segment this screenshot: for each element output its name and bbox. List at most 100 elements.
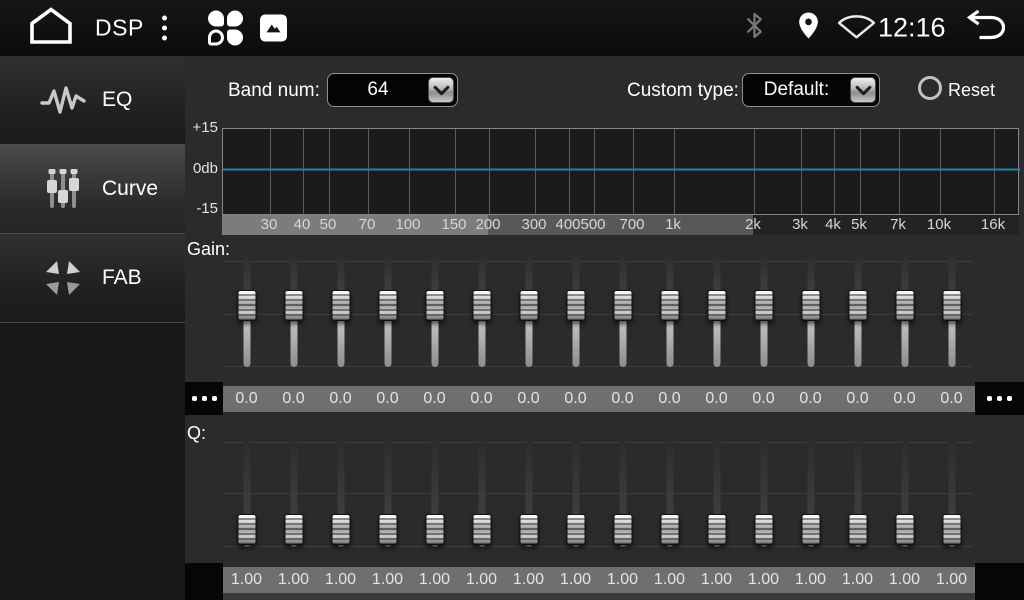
q-slider-1[interactable] — [223, 437, 270, 547]
q-slider-handle[interactable] — [613, 514, 632, 545]
band-num-dropdown[interactable]: 64 — [327, 73, 458, 107]
q-slider-15[interactable] — [881, 437, 928, 547]
gain-value: 0.0 — [834, 386, 881, 412]
slider-track-upper — [384, 437, 391, 517]
gain-slider-12[interactable] — [740, 253, 787, 367]
gain-slider-1[interactable] — [223, 253, 270, 367]
gain-slider-handle[interactable] — [942, 290, 961, 321]
gain-slider-handle[interactable] — [566, 290, 585, 321]
eq-graph[interactable] — [222, 128, 1019, 215]
custom-type-chevron-button[interactable] — [850, 77, 876, 103]
gain-slider-4[interactable] — [364, 253, 411, 367]
app-drawer-icon[interactable] — [208, 11, 243, 46]
gain-slider-handle[interactable] — [472, 290, 491, 321]
q-slider-handle[interactable] — [331, 514, 350, 545]
gain-slider-handle[interactable] — [378, 290, 397, 321]
q-slider-7[interactable] — [505, 437, 552, 547]
sidebar-item-eq[interactable]: EQ — [0, 56, 185, 145]
q-slider-16[interactable] — [928, 437, 975, 547]
gain-slider-handle[interactable] — [425, 290, 444, 321]
reset-radio-button[interactable] — [918, 76, 942, 100]
q-slider-handle[interactable] — [660, 514, 679, 545]
q-slider-14[interactable] — [834, 437, 881, 547]
band-num-chevron-button[interactable] — [428, 77, 454, 103]
q-slider-8[interactable] — [552, 437, 599, 547]
q-slider-handle[interactable] — [472, 514, 491, 545]
status-bar: DSP 12:16 — [0, 0, 1024, 56]
gain-slider-15[interactable] — [881, 253, 928, 367]
q-slider-handle[interactable] — [848, 514, 867, 545]
q-slider-10[interactable] — [646, 437, 693, 547]
slider-track-lower — [431, 319, 438, 367]
wifi-icon — [836, 12, 877, 45]
q-slider-handle[interactable] — [237, 514, 256, 545]
gain-slider-handle[interactable] — [707, 290, 726, 321]
gain-slider-8[interactable] — [552, 253, 599, 367]
gain-slider-7[interactable] — [505, 253, 552, 367]
freq-tick-label: 400 — [555, 215, 580, 235]
y-axis-label-zero: 0db — [182, 160, 218, 178]
gain-slider-11[interactable] — [693, 253, 740, 367]
q-strip-lower-edge — [223, 593, 975, 600]
gain-slider-9[interactable] — [599, 253, 646, 367]
back-icon[interactable] — [960, 10, 1007, 47]
chevron-down-icon — [855, 85, 872, 96]
q-slider-handle[interactable] — [378, 514, 397, 545]
gain-slider-handle[interactable] — [895, 290, 914, 321]
sidebar-item-label: Curve — [102, 177, 158, 201]
gain-slider-handle[interactable] — [660, 290, 679, 321]
gain-slider-handle[interactable] — [519, 290, 538, 321]
gain-value: 0.0 — [317, 386, 364, 412]
q-slider-handle[interactable] — [942, 514, 961, 545]
gain-slider-13[interactable] — [787, 253, 834, 367]
gain-slider-handle[interactable] — [848, 290, 867, 321]
gain-slider-handle[interactable] — [331, 290, 350, 321]
q-slider-handle[interactable] — [754, 514, 773, 545]
gain-slider-3[interactable] — [317, 253, 364, 367]
gain-slider-handle[interactable] — [613, 290, 632, 321]
gain-slider-handle[interactable] — [754, 290, 773, 321]
q-slider-3[interactable] — [317, 437, 364, 547]
gain-slider-6[interactable] — [458, 253, 505, 367]
q-slider-handle[interactable] — [519, 514, 538, 545]
q-slider-handle[interactable] — [284, 514, 303, 545]
gain-slider-2[interactable] — [270, 253, 317, 367]
sidebar-item-curve[interactable]: Curve — [0, 145, 185, 234]
q-slider-handle[interactable] — [707, 514, 726, 545]
sidebar-item-label: EQ — [102, 88, 132, 112]
gain-slider-handle[interactable] — [237, 290, 256, 321]
gain-slider-5[interactable] — [411, 253, 458, 367]
freq-tick-label: 50 — [320, 215, 337, 235]
q-slider-handle[interactable] — [801, 514, 820, 545]
slider-track-upper — [431, 253, 438, 293]
gain-prev-bands-button[interactable] — [185, 382, 223, 415]
gain-slider-16[interactable] — [928, 253, 975, 367]
gain-slider-handle[interactable] — [801, 290, 820, 321]
slider-track-upper — [901, 437, 908, 517]
gallery-icon[interactable] — [260, 15, 287, 42]
freq-tick-label: 4k — [825, 215, 841, 235]
gain-slider-14[interactable] — [834, 253, 881, 367]
q-slider-11[interactable] — [693, 437, 740, 547]
q-prev-bands-button[interactable] — [185, 563, 223, 600]
gain-slider-handle[interactable] — [284, 290, 303, 321]
sidebar-item-fab[interactable]: FAB — [0, 234, 185, 323]
q-slider-13[interactable] — [787, 437, 834, 547]
q-slider-9[interactable] — [599, 437, 646, 547]
q-slider-4[interactable] — [364, 437, 411, 547]
gain-next-bands-button[interactable] — [975, 382, 1024, 415]
q-slider-2[interactable] — [270, 437, 317, 547]
gain-slider-10[interactable] — [646, 253, 693, 367]
slider-track-upper — [290, 437, 297, 517]
q-next-bands-button[interactable] — [975, 563, 1024, 600]
q-slider-handle[interactable] — [566, 514, 585, 545]
home-icon[interactable] — [27, 6, 75, 51]
q-slider-handle[interactable] — [425, 514, 444, 545]
custom-type-dropdown[interactable]: Default: — [742, 73, 880, 107]
q-slider-6[interactable] — [458, 437, 505, 547]
q-slider-12[interactable] — [740, 437, 787, 547]
slider-track-lower — [948, 319, 955, 367]
q-slider-5[interactable] — [411, 437, 458, 547]
q-slider-handle[interactable] — [895, 514, 914, 545]
kebab-menu-icon[interactable] — [162, 16, 167, 41]
